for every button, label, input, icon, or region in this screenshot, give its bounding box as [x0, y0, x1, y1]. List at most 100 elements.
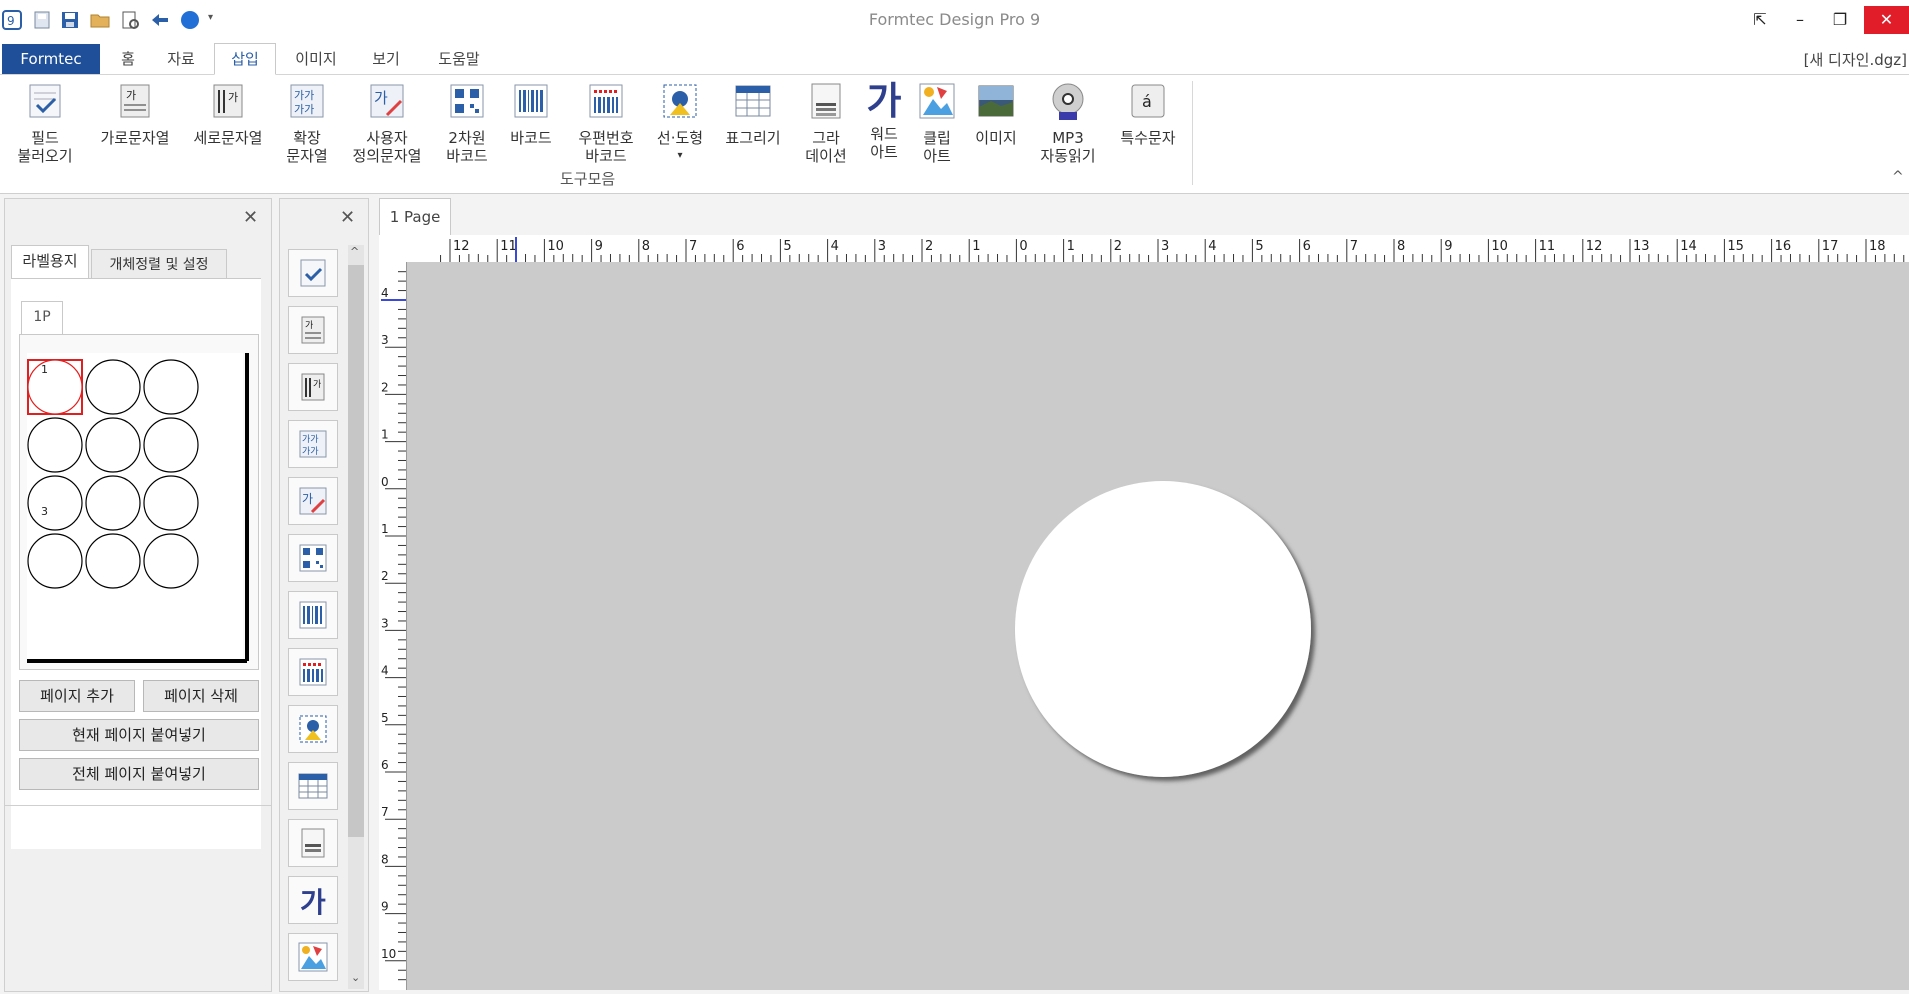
scroll-up-icon[interactable]: ^	[350, 245, 359, 258]
label-cell[interactable]	[85, 533, 141, 589]
barcode-button[interactable]: 바코드	[502, 81, 560, 147]
label-cell[interactable]	[143, 475, 199, 531]
toolbox-button-shape[interactable]	[288, 705, 338, 753]
panel-divider	[5, 805, 271, 806]
special-char-button[interactable]: á 특수문자	[1110, 81, 1186, 147]
tab-data[interactable]: 자료	[158, 44, 204, 74]
extended-text-button[interactable]: 가가 가가 확장 문자열	[278, 81, 336, 165]
tab-help[interactable]: 도움말	[426, 44, 492, 74]
close-button[interactable]: ✕	[1864, 6, 1909, 34]
label-cell[interactable]	[143, 533, 199, 589]
clipart-button[interactable]: 클립 아트	[912, 81, 962, 165]
scroll-thumb[interactable]	[348, 265, 364, 837]
paste-current-page-button[interactable]: 현재 페이지 붙여넣기	[19, 719, 259, 751]
vruler-label: 9	[381, 900, 389, 914]
postal-barcode-button[interactable]: 우편번호 바코드	[566, 81, 646, 165]
horizontal-text-icon: 가	[301, 316, 325, 344]
toolbox-panel: ✕ ^ ⌄ 가 가 가가 가가 가 가	[279, 198, 369, 992]
tab-home[interactable]: 홈	[108, 44, 148, 74]
tab-insert[interactable]: 삽입	[214, 43, 276, 75]
toolbox-button-vertical-text[interactable]: 가	[288, 363, 338, 411]
field-load-button[interactable]: 필드 불러오기	[8, 81, 82, 165]
wordart-icon: 가	[300, 886, 326, 919]
table-button[interactable]: 표그리기	[716, 81, 790, 147]
toolbox-button-extended-text[interactable]: 가가 가가	[288, 420, 338, 468]
label-cell[interactable]	[143, 417, 199, 473]
label-cell[interactable]	[85, 417, 141, 473]
vruler-label: 3	[381, 333, 389, 347]
vruler-label: 2	[381, 569, 389, 583]
delete-page-button[interactable]: 페이지 삭제	[143, 680, 259, 712]
collapse-ribbon-icon[interactable]: ^	[1892, 169, 1904, 185]
toolbox-button-barcode[interactable]	[288, 591, 338, 639]
tab-label-paper[interactable]: 라벨용지	[11, 245, 89, 278]
toolbox-button-field-load[interactable]	[288, 249, 338, 297]
qr-code-button[interactable]: 2차원 바코드	[438, 81, 496, 165]
label-cell[interactable]	[27, 475, 83, 531]
field-load-icon	[300, 259, 326, 287]
tab-object-align[interactable]: 개체정렬 및 설정	[91, 249, 227, 281]
vruler-label: 4	[381, 664, 389, 678]
label-cell[interactable]	[85, 475, 141, 531]
close-toolbox-icon[interactable]: ✕	[340, 207, 355, 228]
svg-text:가: 가	[300, 886, 326, 918]
design-canvas[interactable]	[407, 262, 1909, 990]
hruler-label: 11	[1539, 239, 1556, 254]
page-tab[interactable]: 1 Page	[379, 198, 451, 235]
tab-view[interactable]: 보기	[360, 44, 412, 74]
vertical-text-icon: 가	[301, 373, 325, 401]
circle-label-shape[interactable]	[1015, 481, 1311, 777]
vruler-label: 7	[381, 805, 389, 819]
label-cell[interactable]	[143, 359, 199, 415]
toolbox-button-wordart[interactable]: 가	[288, 876, 338, 924]
toolbox-button-table[interactable]	[288, 762, 338, 810]
svg-text:가: 가	[228, 91, 238, 104]
custom-text-button[interactable]: 가 사용자 정의문자열	[344, 81, 430, 165]
tab-formtec[interactable]: Formtec	[2, 44, 100, 74]
toolbox-scrollbar[interactable]: ^ ⌄	[348, 245, 364, 989]
mp3-button[interactable]: MP3 자동읽기	[1030, 81, 1106, 165]
toolbox-button-custom-text[interactable]: 가	[288, 477, 338, 525]
hruler-label: 4	[1208, 239, 1216, 254]
hruler-label: 1	[1067, 239, 1075, 254]
svg-text:á: á	[1142, 92, 1152, 111]
gradation-button[interactable]: 그라 데이션	[798, 81, 854, 165]
hruler-label: 4	[831, 239, 839, 254]
scroll-down-icon[interactable]: ⌄	[351, 971, 360, 984]
toolbox-button-clipart[interactable]	[288, 933, 338, 981]
maximize-button[interactable]: ❐	[1820, 6, 1860, 34]
toolbox-button-postal-barcode[interactable]	[288, 648, 338, 696]
custom-text-icon: 가	[299, 487, 327, 515]
toolbox-button-qr-code[interactable]	[288, 534, 338, 582]
clipart-icon	[298, 942, 328, 972]
vruler-label: 3	[381, 616, 389, 630]
image-button[interactable]: 이미지	[966, 81, 1026, 147]
barcode-icon	[299, 601, 327, 629]
page-tab-1p[interactable]: 1P	[21, 301, 63, 334]
hruler-label: 18	[1869, 239, 1886, 254]
label-cell[interactable]	[85, 359, 141, 415]
toolbox-button-horizontal-text[interactable]: 가	[288, 306, 338, 354]
vertical-text-button[interactable]: 가 세로문자열	[186, 81, 270, 147]
add-page-button[interactable]: 페이지 추가	[19, 680, 135, 712]
qr-code-icon	[299, 544, 327, 572]
label-cell[interactable]	[27, 417, 83, 473]
minimize-button[interactable]: –	[1780, 6, 1820, 34]
vertical-ruler-ticks: 4321012345678910	[381, 271, 406, 981]
svg-text:가가: 가가	[302, 434, 319, 445]
label-cell[interactable]	[27, 533, 83, 589]
label-cell[interactable]	[27, 359, 83, 415]
close-panel-icon[interactable]: ✕	[243, 207, 258, 228]
gradation-icon	[301, 828, 325, 858]
hruler-label: 12	[453, 239, 470, 254]
toolbox-button-gradation[interactable]	[288, 819, 338, 867]
restore-ribbon-icon[interactable]: ⇱	[1740, 6, 1780, 34]
hruler-label: 8	[642, 239, 650, 254]
shape-button[interactable]: 선·도형 ▾	[650, 81, 710, 165]
paste-all-pages-button[interactable]: 전체 페이지 붙여넣기	[19, 758, 259, 790]
hruler-label: 6	[1303, 239, 1311, 254]
horizontal-text-button[interactable]: 가 가로문자열	[90, 81, 180, 147]
vruler-label: 8	[381, 852, 389, 866]
wordart-button[interactable]: 가 워드 아트	[860, 81, 908, 161]
tab-image[interactable]: 이미지	[284, 44, 348, 74]
